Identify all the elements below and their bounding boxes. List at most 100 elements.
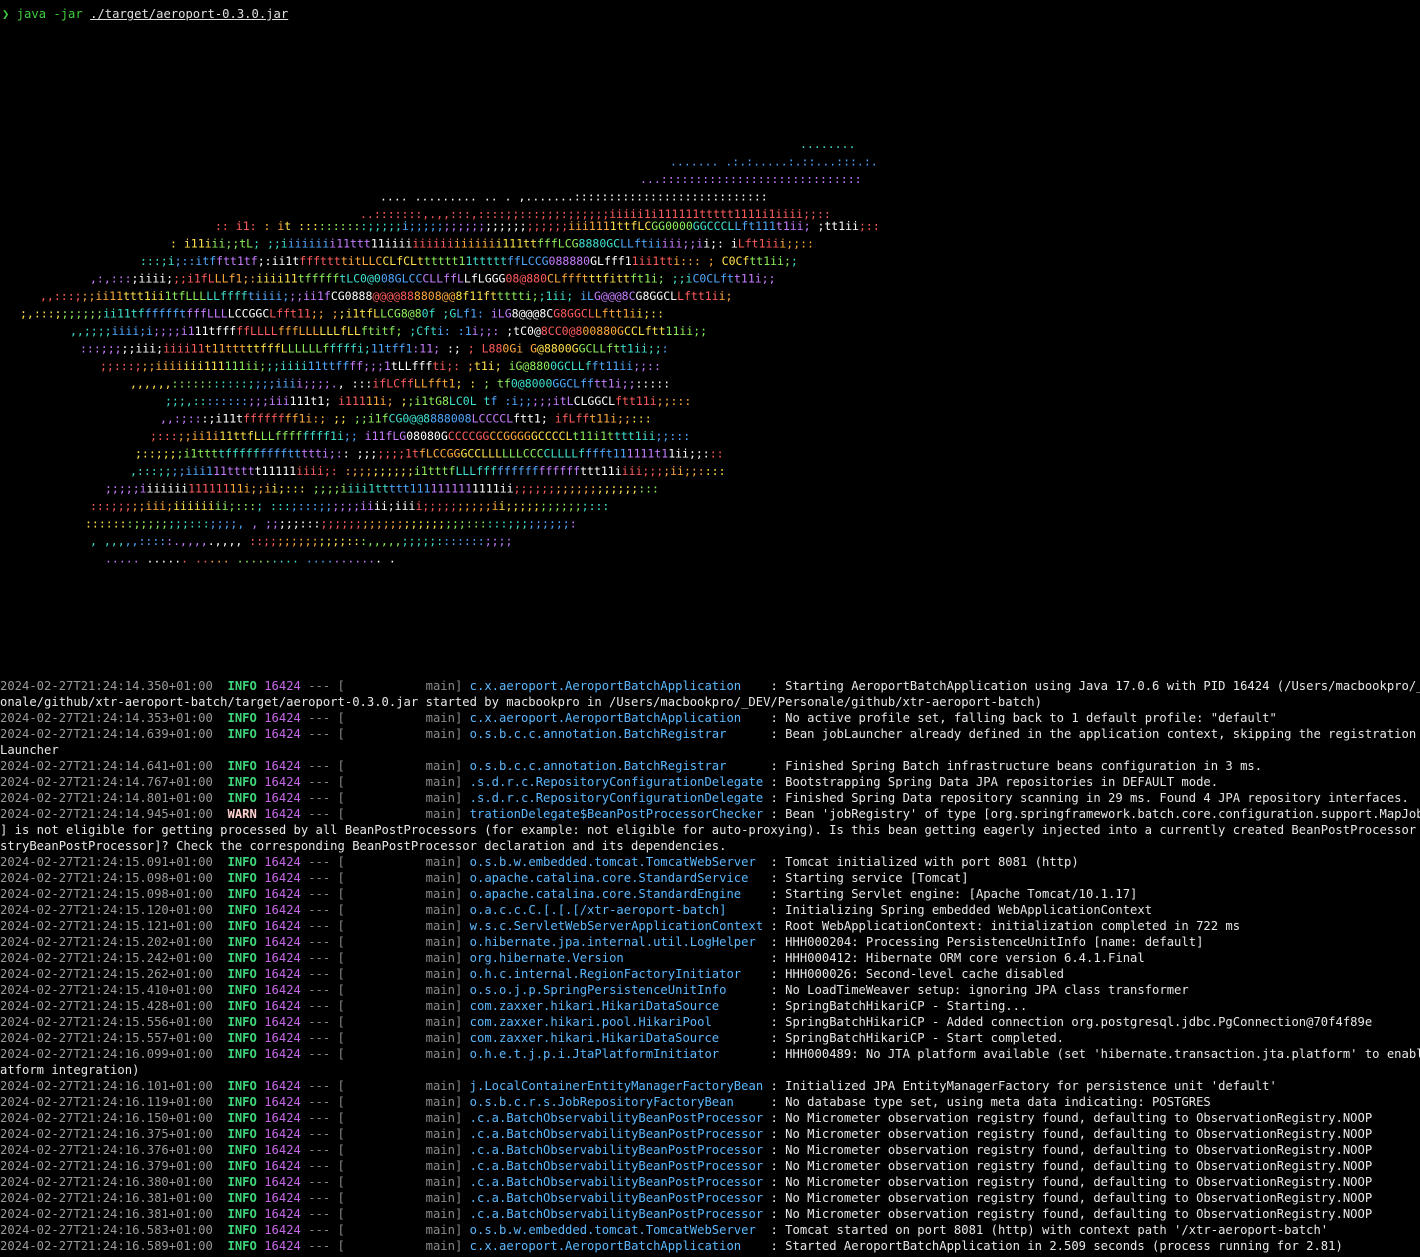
log-separator: --- [ [300,791,345,805]
log-pid: 16424 [264,1207,301,1221]
log-pid: 16424 [264,711,301,725]
log-message: : No Micrometer observation registry fou… [763,1143,1373,1157]
log-separator: ] [454,1207,470,1221]
log-thread: main [344,775,455,789]
banner-row: :: i1: : it ::::::::::;;;;;i;;;;;;;;;;;;… [215,219,880,233]
log-thread: main [344,1079,455,1093]
log-separator: --- [ [300,999,345,1013]
log-logger: j.LocalContainerEntityManagerFactoryBean [469,1079,764,1093]
log-timestamp: 2024-02-27T21:24:16.101+01:00 [0,1079,213,1093]
banner-row: ........ [800,137,855,151]
log-level: INFO [227,1191,257,1205]
log-separator: --- [ [300,1239,345,1253]
log-logger: o.h.e.t.j.p.i.JtaPlatformInitiator [469,1047,764,1061]
log-separator: --- [ [300,1111,345,1125]
log-separator: ] [454,1111,470,1125]
log-logger: .c.a.BatchObservabilityBeanPostProcessor [469,1111,764,1125]
log-logger: .c.a.BatchObservabilityBeanPostProcessor [469,1191,764,1205]
log-timestamp: 2024-02-27T21:24:16.381+01:00 [0,1207,213,1221]
log-separator: ] [454,855,470,869]
log-thread: main [344,871,455,885]
log-timestamp: 2024-02-27T21:24:14.945+01:00 [0,807,213,821]
log-message: : No Micrometer observation registry fou… [763,1159,1373,1173]
log-separator: ] [454,1127,470,1141]
log-thread: main [344,935,455,949]
log-thread: main [344,1239,455,1253]
log-line: 2024-02-27T21:24:16.150+01:00 INFO 16424… [0,1110,1420,1126]
log-timestamp: 2024-02-27T21:24:15.098+01:00 [0,887,213,901]
log-message: : HHH000412: Hibernate ORM core version … [763,951,1145,965]
log-timestamp: 2024-02-27T21:24:16.376+01:00 [0,1143,213,1157]
log-line: 2024-02-27T21:24:14.350+01:00 INFO 16424… [0,678,1420,694]
log-level: INFO [227,1079,257,1093]
log-line: 2024-02-27T21:24:15.242+01:00 INFO 16424… [0,950,1420,966]
banner-row: :::::::;;;;;;;;:::;;;;, , ;;;;;:::;;;;;;… [85,517,577,531]
command-prompt: ❯ java -jar ./target/aeroport-0.3.0.jar [2,6,288,22]
ascii-art-banner-icon: :: i1: : it ::::::::::;;;;;i;;;;;;;;;;;;… [20,137,880,566]
log-separator: --- [ [300,775,345,789]
log-timestamp: 2024-02-27T21:24:15.556+01:00 [0,1015,213,1029]
log-message: : Tomcat initialized with port 8081 (htt… [763,855,1079,869]
log-timestamp: 2024-02-27T21:24:14.801+01:00 [0,791,213,805]
log-pid: 16424 [264,727,301,741]
log-message: : Started AeroportBatchApplication in 2.… [763,1239,1343,1253]
log-separator: --- [ [300,1191,345,1205]
log-line: 2024-02-27T21:24:15.556+01:00 INFO 16424… [0,1014,1420,1030]
log-level: INFO [227,711,257,725]
log-separator: ] [454,1239,470,1253]
log-separator: ] [454,807,470,821]
log-separator: ] [454,1175,470,1189]
log-separator: ] [454,1079,470,1093]
log-logger: o.s.b.w.embedded.tomcat.TomcatWebServer [469,1223,764,1237]
log-line: 2024-02-27T21:24:14.945+01:00 WARN 16424… [0,806,1420,822]
log-timestamp: 2024-02-27T21:24:16.375+01:00 [0,1127,213,1141]
log-timestamp: 2024-02-27T21:24:14.353+01:00 [0,711,213,725]
log-separator: ] [454,1159,470,1173]
log-message: : Starting Servlet engine: [Apache Tomca… [763,887,1138,901]
log-message: : HHH000026: Second-level cache disabled [763,967,1064,981]
log-separator: --- [ [300,951,345,965]
log-pid: 16424 [264,871,301,885]
log-level: INFO [227,775,257,789]
log-separator: --- [ [300,727,345,741]
banner-row: :::;;;;;iii;iiiiiiii;:::; :::;:::;;;;;;i… [90,499,609,513]
log-logger: o.hibernate.jpa.internal.util.LogHelper [469,935,764,949]
log-logger: .c.a.BatchObservabilityBeanPostProcessor [469,1207,764,1221]
log-line: 2024-02-27T21:24:16.381+01:00 INFO 16424… [0,1190,1420,1206]
log-timestamp: 2024-02-27T21:24:16.119+01:00 [0,1095,213,1109]
log-separator: --- [ [300,1031,345,1045]
log-pid: 16424 [264,919,301,933]
log-thread: main [344,1159,455,1173]
log-line: 2024-02-27T21:24:15.428+01:00 INFO 16424… [0,998,1420,1014]
jar-path-link[interactable]: ./target/aeroport-0.3.0.jar [90,7,288,21]
log-output: 2024-02-27T21:24:14.350+01:00 INFO 16424… [0,678,1420,1254]
log-pid: 16424 [264,887,301,901]
log-thread: main [344,807,455,821]
log-timestamp: 2024-02-27T21:24:15.098+01:00 [0,871,213,885]
log-pid: 16424 [264,1127,301,1141]
log-level: INFO [227,903,257,917]
log-message: : No Micrometer observation registry fou… [763,1127,1373,1141]
log-message: : Starting service [Tomcat] [763,871,969,885]
log-level: INFO [227,1015,257,1029]
log-logger: o.s.b.c.c.annotation.BatchRegistrar [469,759,764,773]
log-logger: c.x.aeroport.AeroportBatchApplication [469,711,764,725]
log-pid: 16424 [264,1223,301,1237]
log-pid: 16424 [264,775,301,789]
log-pid: 16424 [264,1047,301,1061]
log-pid: 16424 [264,855,301,869]
banner-row: ,,,,,,:::::::::::;;;;iiii;;;;., :::ifLCf… [130,377,670,391]
log-thread: main [344,983,455,997]
log-separator: --- [ [300,1095,345,1109]
log-pid: 16424 [264,1031,301,1045]
log-logger: c.x.aeroport.AeroportBatchApplication [469,1239,764,1253]
log-separator: ] [454,1031,470,1045]
log-message: : Bootstrapping Spring Data JPA reposito… [763,775,1219,789]
log-separator: ] [454,999,470,1013]
log-pid: 16424 [264,951,301,965]
log-message: : HHH000489: No JTA platform available (… [763,1047,1420,1061]
log-thread: main [344,919,455,933]
log-logger: o.s.o.j.p.SpringPersistenceUnitInfo [469,983,764,997]
banner-row: :::;i;::itfftt1tf;:ii1tfffttttitLLCCLfCL… [140,254,798,268]
log-separator: --- [ [300,1127,345,1141]
